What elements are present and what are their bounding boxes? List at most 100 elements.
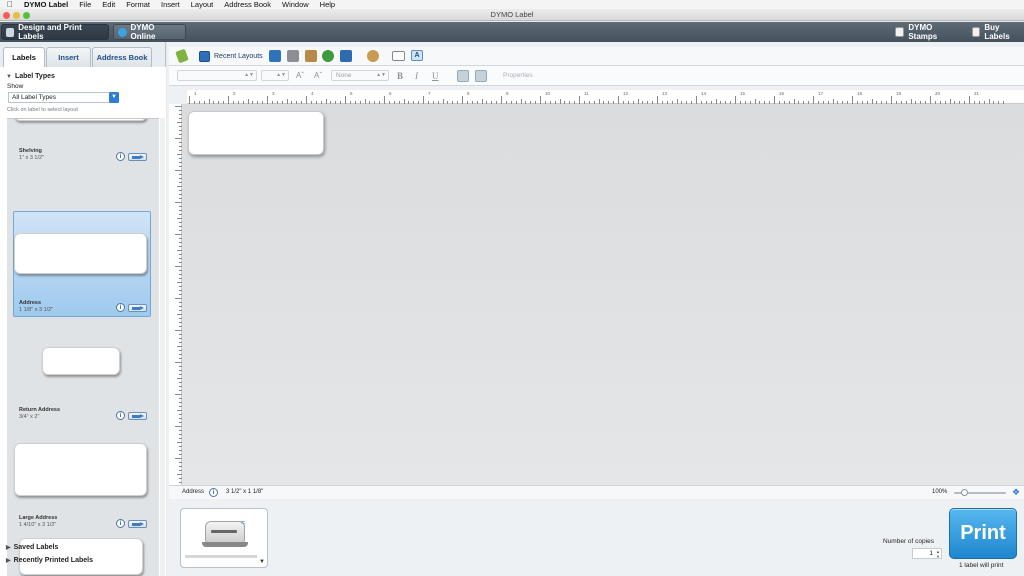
add-label-button[interactable] (128, 304, 147, 312)
stamp-icon (895, 27, 905, 37)
zoom-level: 100% (932, 489, 948, 495)
font-size-select[interactable]: ▲▼ (261, 70, 289, 81)
vertical-align-icon[interactable] (475, 70, 487, 82)
left-panel-tabs: Labels Insert Address Book (0, 47, 166, 67)
ruler-tick (267, 96, 268, 104)
window-titlebar: DYMO Label (0, 9, 1024, 21)
dymo-online-button[interactable]: DYMO Online (113, 23, 186, 41)
font-family-select[interactable]: ▲▼ (177, 70, 257, 81)
printer-caption (185, 555, 257, 558)
label-preview-return-address[interactable] (42, 347, 120, 375)
ruler-tick (930, 96, 931, 104)
save-icon[interactable] (269, 50, 281, 62)
stepper-icon[interactable]: ▲ ▼ (936, 549, 940, 559)
underline-button[interactable]: U (432, 71, 439, 81)
printer-selector[interactable]: ≈ ▼ (180, 508, 268, 568)
info-icon[interactable]: i (116, 303, 125, 312)
print-icon[interactable] (287, 50, 299, 62)
increase-font-icon[interactable]: Aˆ (296, 71, 304, 80)
tab-insert[interactable]: Insert (46, 47, 91, 67)
decrease-font-icon[interactable]: Aˇ (314, 71, 322, 80)
label-preview-large-address[interactable] (14, 443, 147, 496)
autofit-text-icon[interactable]: A (411, 50, 423, 61)
ruler-tick (175, 234, 182, 235)
design-and-print-label: Design and Print Labels (18, 23, 82, 41)
label-canvas[interactable] (182, 104, 1024, 487)
ruler-number: 2 (233, 91, 236, 96)
ruler-number: 3 (272, 91, 275, 96)
ruler-number: 20 (935, 91, 941, 96)
text-direction-icon[interactable] (392, 51, 405, 61)
menu-layout[interactable]: Layout (191, 0, 214, 9)
print-button[interactable]: Print (949, 508, 1017, 559)
ruler-tick (501, 96, 502, 104)
add-label-button[interactable] (128, 520, 147, 528)
label-type-size: 1 1/8" x 3 1/2" (19, 307, 54, 313)
ruler-tick (384, 96, 385, 104)
paste-icon[interactable] (305, 50, 317, 62)
info-icon[interactable]: i (116, 152, 125, 161)
menu-window[interactable]: Window (282, 0, 309, 9)
ruler-number: 16 (779, 91, 785, 96)
label-type-filter-select[interactable]: All Label Types ▼ (8, 92, 119, 103)
label-type-status: Address (182, 489, 205, 495)
dymo-stamps-button[interactable]: DYMO Stamps (891, 23, 965, 41)
text-effect-select[interactable]: None ▲▼ (331, 70, 389, 81)
label-types-heading-text: Label Types (14, 73, 55, 80)
copy-label-icon[interactable] (340, 50, 352, 62)
copies-label: Number of copies (883, 538, 934, 545)
printer-icon (205, 521, 245, 543)
chevron-down-icon[interactable]: ▼ (259, 559, 265, 565)
label-list-scrollbar[interactable] (160, 118, 165, 576)
label-size-status: 3 1/2" x 1 1/8" (226, 489, 264, 495)
label-type-list[interactable]: Shelving 1" x 3 1/2" i Address 1 1/8" x … (7, 118, 159, 576)
menu-address-book[interactable]: Address Book (224, 0, 271, 9)
tab-address-book[interactable]: Address Book (92, 47, 152, 67)
text-effect-value: None (336, 72, 352, 79)
ruler-number: 12 (623, 91, 629, 96)
info-icon[interactable]: i (209, 488, 218, 497)
design-and-print-button[interactable]: Design and Print Labels (1, 23, 109, 41)
zoom-slider[interactable] (954, 489, 1006, 496)
menubar:  DYMO Label File Edit Format Insert Lay… (0, 0, 1024, 9)
recently-printed-heading[interactable]: ▶ Recently Printed Labels (6, 557, 93, 564)
recent-layouts-icon (199, 51, 210, 62)
menu-edit[interactable]: Edit (102, 0, 115, 9)
info-icon[interactable]: i (116, 411, 125, 420)
menu-file[interactable]: File (79, 0, 91, 9)
disclosure-right-icon: ▶ (6, 545, 11, 551)
tab-labels[interactable]: Labels (3, 47, 45, 67)
recent-layouts-button[interactable]: Recent Layouts (199, 50, 263, 63)
info-icon[interactable]: i (116, 519, 125, 528)
fit-to-window-icon[interactable]: ❖ (1012, 488, 1021, 497)
zoom-slider-knob[interactable] (961, 489, 969, 496)
settings-icon[interactable] (367, 50, 379, 62)
print-status: 1 label will print (959, 562, 1004, 569)
dymo-online-label: DYMO Online (130, 23, 156, 41)
insert-object-icon[interactable] (175, 48, 189, 64)
align-text-icon[interactable] (457, 70, 469, 82)
add-label-button[interactable] (128, 412, 147, 420)
italic-button[interactable]: I (415, 71, 418, 81)
ruler-number: 18 (857, 91, 863, 96)
ruler-number: 17 (818, 91, 824, 96)
label-preview-partial[interactable] (14, 119, 147, 121)
main-area: Recent Layouts A ▲▼ ▲▼ Aˆ Aˇ None ▲▼ B I … (167, 42, 1024, 576)
chevron-down-icon[interactable]: ▼ (109, 92, 119, 103)
undo-icon[interactable] (322, 50, 334, 62)
copies-input[interactable]: 1 ▲ ▼ (912, 548, 942, 559)
label-editor-area[interactable] (188, 111, 324, 155)
label-preview-address[interactable] (14, 233, 147, 274)
apple-menu-icon[interactable]:  (4, 0, 16, 9)
menu-app-name[interactable]: DYMO Label (24, 0, 68, 9)
buy-labels-button[interactable]: Buy Labels (968, 23, 1024, 41)
properties-button[interactable]: Properties (503, 72, 533, 79)
bold-button[interactable]: B (397, 71, 403, 81)
menu-insert[interactable]: Insert (161, 0, 180, 9)
menu-help[interactable]: Help (320, 0, 335, 9)
label-types-heading[interactable]: ▼ Label Types (6, 73, 55, 80)
saved-labels-heading[interactable]: ▶ Saved Labels (6, 544, 58, 551)
ruler-number: 1 (194, 91, 197, 96)
menu-format[interactable]: Format (126, 0, 150, 9)
add-label-button[interactable] (128, 153, 147, 161)
